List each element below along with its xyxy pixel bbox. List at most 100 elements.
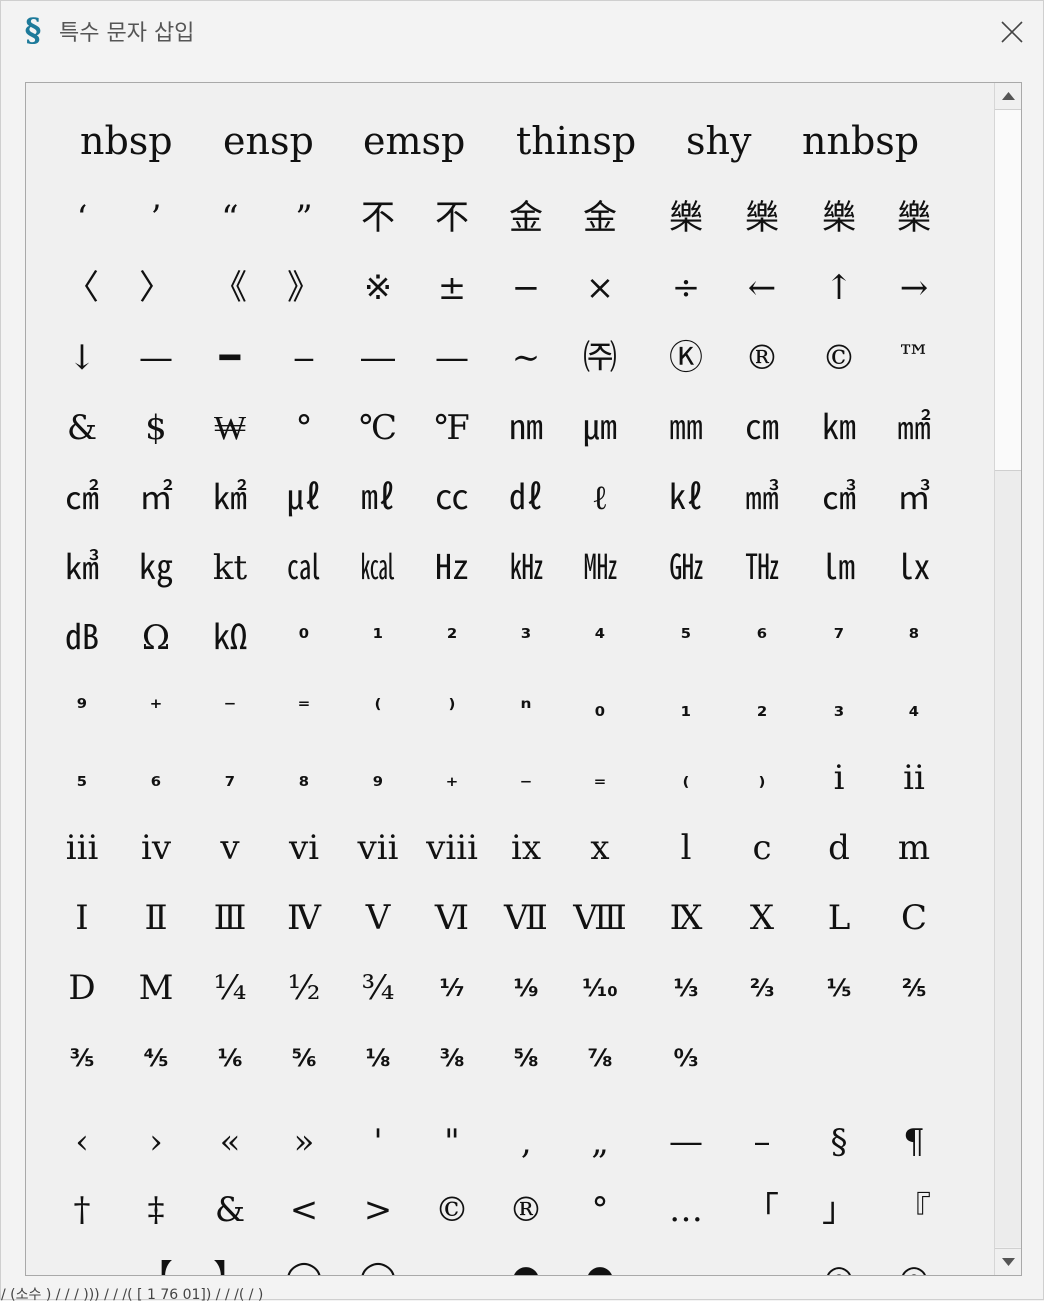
char-cell[interactable]: Ⅳ <box>269 887 339 949</box>
char-cell[interactable]: © <box>804 327 874 389</box>
char-cell[interactable]: Ⅵ <box>417 887 487 949</box>
char-cell[interactable]: ⁴ <box>565 607 635 669</box>
char-cell[interactable]: ₈ <box>269 747 339 809</box>
char-cell[interactable]: — <box>651 1111 721 1173</box>
char-cell[interactable]: ⅝ <box>491 1027 561 1089</box>
char-cell[interactable]: 金 <box>491 187 561 249</box>
char-cell[interactable]: ⅚ <box>269 1027 339 1089</box>
char-cell[interactable]: ㎗ <box>491 467 561 529</box>
char-cell[interactable]: 【 <box>121 1247 191 1275</box>
char-cell[interactable]: § <box>804 1111 874 1173</box>
char-cell[interactable]: ㎖ <box>343 467 413 529</box>
char-cell[interactable]: ⅳ <box>121 817 191 879</box>
char-cell[interactable]: 金 <box>565 187 635 249</box>
special-space-nbsp[interactable]: nbsp <box>80 111 173 171</box>
char-cell[interactable]: Ⅷ <box>565 887 635 949</box>
char-cell[interactable]: ⅵ <box>269 817 339 879</box>
char-cell[interactable]: ㎑ <box>491 537 561 599</box>
char-cell[interactable]: ㎔ <box>727 537 797 599</box>
special-space-shy[interactable]: shy <box>686 111 751 171</box>
char-cell[interactable]: ⁼ <box>269 677 339 739</box>
char-cell[interactable]: ⅔ <box>727 957 797 1019</box>
char-cell[interactable]: ㏄ <box>417 467 487 529</box>
char-cell[interactable]: Ⅾ <box>47 957 117 1019</box>
char-cell[interactable]: Ⅴ <box>343 887 413 949</box>
char-cell[interactable]: « <box>195 1111 265 1173</box>
char-cell[interactable]: ° <box>269 397 339 459</box>
char-cell[interactable]: ㏀ <box>195 607 265 669</box>
scroll-track[interactable] <box>995 471 1021 1247</box>
vertical-scrollbar[interactable] <box>994 83 1021 1275</box>
char-cell[interactable]: ⅙ <box>195 1027 265 1089</box>
char-cell[interactable]: ◯ <box>343 1247 413 1275</box>
char-cell[interactable]: ‹ <box>47 1111 117 1173</box>
char-cell[interactable]: ₩ <box>195 397 265 459</box>
char-cell[interactable]: ◎ <box>879 1247 949 1275</box>
char-cell[interactable]: ⅓ <box>651 957 721 1019</box>
char-cell[interactable]: Ⅰ <box>47 887 117 949</box>
char-cell[interactable]: ㎦ <box>47 537 117 599</box>
char-cell[interactable]: ㎠ <box>47 467 117 529</box>
char-cell[interactable]: ½ <box>269 957 339 1019</box>
char-cell[interactable]: ↉ <box>651 1027 721 1089</box>
char-cell[interactable]: ● <box>491 1247 561 1275</box>
char-cell[interactable]: ㈜ <box>565 327 635 389</box>
char-cell[interactable]: ㎟ <box>879 397 949 459</box>
char-cell[interactable]: ◯ <box>269 1247 339 1275</box>
char-cell[interactable]: ㎥ <box>879 467 949 529</box>
char-cell[interactable]: 》 <box>269 257 339 319</box>
char-cell[interactable]: — <box>417 327 487 389</box>
char-cell[interactable]: − <box>491 257 561 319</box>
char-cell[interactable]: ㎘ <box>651 467 721 529</box>
char-cell[interactable]: ⅹ <box>565 817 635 879</box>
char-cell[interactable]: “ <box>195 187 265 249</box>
char-cell[interactable]: ₁ <box>651 677 721 739</box>
char-cell[interactable]: ⅜ <box>417 1027 487 1089</box>
char-cell[interactable]: ‡ <box>121 1179 191 1241</box>
char-cell[interactable]: ━ <box>195 327 265 389</box>
char-cell[interactable]: < <box>269 1179 339 1241</box>
char-cell[interactable]: Ⅸ <box>651 887 721 949</box>
char-cell[interactable]: 〈 <box>47 257 117 319</box>
char-cell[interactable]: ◎ <box>804 1247 874 1275</box>
char-cell[interactable]: 『 <box>879 1179 949 1241</box>
char-cell[interactable]: ⁵ <box>651 607 721 669</box>
char-cell[interactable]: ® <box>491 1179 561 1241</box>
char-cell[interactable]: ₆ <box>121 747 191 809</box>
char-cell[interactable]: 樂 <box>804 187 874 249</box>
char-cell[interactable]: 樂 <box>651 187 721 249</box>
char-cell[interactable]: Ⅱ <box>121 887 191 949</box>
char-cell[interactable]: ㏐ <box>804 537 874 599</box>
char-cell[interactable]: ㎐ <box>417 537 487 599</box>
char-cell[interactable]: ⅿ <box>879 817 949 879</box>
char-cell[interactable]: ⅐ <box>417 957 487 1019</box>
char-cell[interactable]: © <box>417 1179 487 1241</box>
char-cell[interactable]: ㎏ <box>121 537 191 599</box>
char-cell[interactable]: Ⅶ <box>491 887 561 949</box>
char-cell[interactable]: 「 <box>727 1179 797 1241</box>
char-cell[interactable]: ₂ <box>727 677 797 739</box>
char-cell[interactable]: ― <box>343 327 413 389</box>
char-cell[interactable]: ∼ <box>491 327 561 389</box>
char-cell[interactable]: ¼ <box>195 957 265 1019</box>
char-cell[interactable]: ⅾ <box>804 817 874 879</box>
char-cell[interactable]: ” <box>269 187 339 249</box>
char-cell[interactable]: Ⓚ <box>651 327 721 389</box>
close-button[interactable] <box>991 13 1031 49</box>
char-cell[interactable]: ‘ <box>47 187 117 249</box>
char-cell[interactable]: ⅘ <box>121 1027 191 1089</box>
char-cell[interactable]: Ⅽ <box>879 887 949 949</box>
char-cell[interactable]: ⅖ <box>879 957 949 1019</box>
char-cell[interactable]: ㎛ <box>565 397 635 459</box>
char-cell[interactable]: — <box>121 327 191 389</box>
special-space-thinsp[interactable]: thinsp <box>516 111 636 171</box>
char-cell[interactable]: > <box>343 1179 413 1241</box>
char-cell[interactable]: Ⅹ <box>727 887 797 949</box>
char-cell[interactable]: ₄ <box>879 677 949 739</box>
char-cell[interactable]: ₍ <box>651 747 721 809</box>
scroll-down-button[interactable] <box>995 1248 1021 1275</box>
char-cell[interactable]: ’ <box>121 187 191 249</box>
char-cell[interactable]: ⅱ <box>879 747 949 809</box>
char-cell[interactable]: ¶ <box>879 1111 949 1173</box>
char-cell[interactable]: ㎜ <box>651 397 721 459</box>
